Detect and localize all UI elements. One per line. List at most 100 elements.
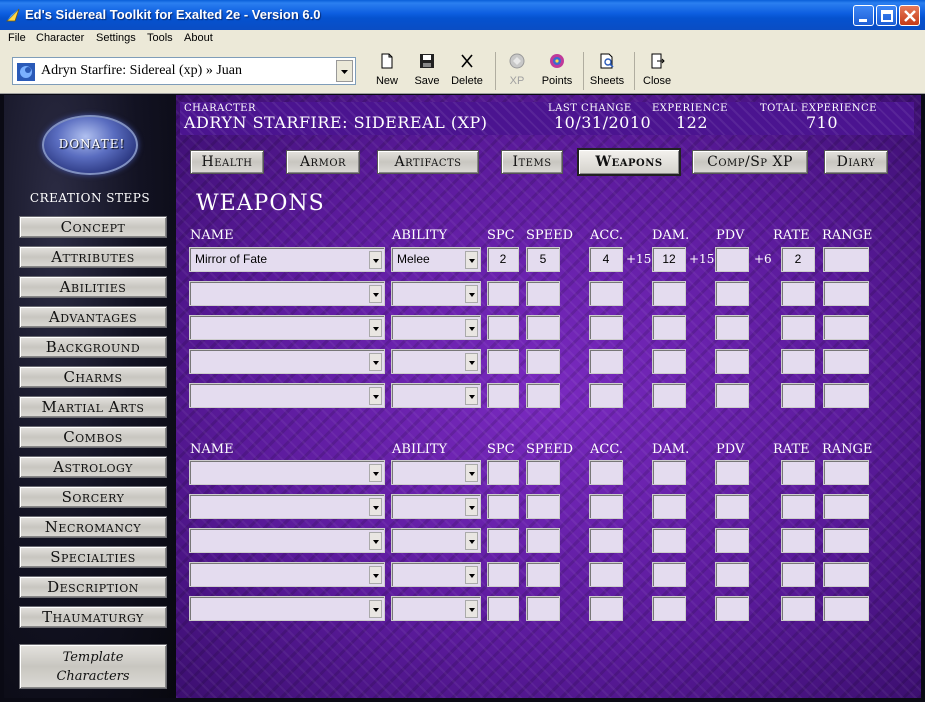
weapon-rate-field[interactable] bbox=[781, 460, 815, 485]
step-specialties[interactable]: Specialties bbox=[19, 546, 167, 568]
donate-button[interactable]: DONATE! bbox=[42, 115, 138, 175]
chevron-down-icon[interactable] bbox=[369, 600, 382, 618]
chevron-down-icon[interactable] bbox=[465, 600, 478, 618]
weapon-speed-field[interactable] bbox=[526, 315, 560, 340]
step-martial-arts[interactable]: Martial Arts bbox=[19, 396, 167, 418]
chevron-down-icon[interactable] bbox=[465, 251, 478, 269]
tab-armor[interactable]: Armor bbox=[286, 150, 360, 174]
chevron-down-icon[interactable] bbox=[369, 319, 382, 337]
step-concept[interactable]: Concept bbox=[19, 216, 167, 238]
chevron-down-icon[interactable] bbox=[465, 464, 478, 482]
weapon-range-field[interactable] bbox=[823, 460, 869, 485]
weapon-acc-field[interactable] bbox=[589, 315, 623, 340]
weapon-dam-field[interactable] bbox=[652, 528, 686, 553]
weapon-rate-field[interactable]: 2 bbox=[781, 247, 815, 272]
weapon-range-field[interactable] bbox=[823, 383, 869, 408]
weapon-range-field[interactable] bbox=[823, 281, 869, 306]
weapon-rate-field[interactable] bbox=[781, 349, 815, 374]
weapon-speed-field[interactable] bbox=[526, 562, 560, 587]
weapon-acc-field[interactable] bbox=[589, 383, 623, 408]
weapon-range-field[interactable] bbox=[823, 315, 869, 340]
weapon-range-field[interactable] bbox=[823, 494, 869, 519]
weapon-range-field[interactable] bbox=[823, 596, 869, 621]
weapon-ability-select[interactable]: Melee bbox=[391, 247, 481, 272]
points-button[interactable]: Points bbox=[539, 52, 575, 92]
weapon-acc-field[interactable] bbox=[589, 562, 623, 587]
weapon-acc-field[interactable] bbox=[589, 494, 623, 519]
menu-character[interactable]: Character bbox=[36, 32, 84, 44]
weapon-name-select[interactable] bbox=[189, 460, 385, 485]
chevron-down-icon[interactable] bbox=[369, 387, 382, 405]
weapon-pdv-field[interactable] bbox=[715, 349, 749, 374]
weapon-rate-field[interactable] bbox=[781, 383, 815, 408]
weapon-dam-field[interactable] bbox=[652, 281, 686, 306]
weapon-ability-select[interactable] bbox=[391, 315, 481, 340]
weapon-ability-select[interactable] bbox=[391, 596, 481, 621]
step-description[interactable]: Description bbox=[19, 576, 167, 598]
weapon-pdv-field[interactable] bbox=[715, 562, 749, 587]
tab-items[interactable]: Items bbox=[501, 150, 563, 174]
weapon-spc-field[interactable] bbox=[487, 528, 519, 553]
template-characters-button[interactable]: Template Characters bbox=[19, 644, 167, 689]
weapon-ability-select[interactable] bbox=[391, 349, 481, 374]
weapon-pdv-field[interactable] bbox=[715, 315, 749, 340]
character-select[interactable]: Adryn Starfire: Sidereal (xp) » Juan bbox=[12, 57, 356, 85]
weapon-speed-field[interactable] bbox=[526, 460, 560, 485]
tab-health[interactable]: Health bbox=[190, 150, 264, 174]
weapon-rate-field[interactable] bbox=[781, 562, 815, 587]
menu-file[interactable]: File bbox=[8, 32, 26, 44]
weapon-ability-select[interactable] bbox=[391, 528, 481, 553]
minimize-button[interactable] bbox=[853, 5, 874, 26]
save-button[interactable]: Save bbox=[413, 52, 441, 92]
weapon-rate-field[interactable] bbox=[781, 281, 815, 306]
weapon-ability-select[interactable] bbox=[391, 281, 481, 306]
chevron-down-icon[interactable] bbox=[369, 251, 382, 269]
weapon-dam-field[interactable] bbox=[652, 315, 686, 340]
step-necromancy[interactable]: Necromancy bbox=[19, 516, 167, 538]
weapon-dam-field[interactable] bbox=[652, 596, 686, 621]
chevron-down-icon[interactable] bbox=[369, 498, 382, 516]
weapon-dam-field[interactable] bbox=[652, 562, 686, 587]
step-background[interactable]: Background bbox=[19, 336, 167, 358]
weapon-ability-select[interactable] bbox=[391, 494, 481, 519]
weapon-ability-select[interactable] bbox=[391, 383, 481, 408]
weapon-speed-field[interactable] bbox=[526, 494, 560, 519]
weapon-name-select[interactable] bbox=[189, 494, 385, 519]
weapon-acc-field[interactable]: 4 bbox=[589, 247, 623, 272]
weapon-pdv-field[interactable] bbox=[715, 383, 749, 408]
weapon-range-field[interactable] bbox=[823, 247, 869, 272]
weapon-spc-field[interactable] bbox=[487, 349, 519, 374]
weapon-spc-field[interactable] bbox=[487, 596, 519, 621]
menu-settings[interactable]: Settings bbox=[96, 32, 136, 44]
weapon-spc-field[interactable]: 2 bbox=[487, 247, 519, 272]
weapon-acc-field[interactable] bbox=[589, 460, 623, 485]
step-sorcery[interactable]: Sorcery bbox=[19, 486, 167, 508]
weapon-dam-field[interactable] bbox=[652, 349, 686, 374]
weapon-ability-select[interactable] bbox=[391, 460, 481, 485]
chevron-down-icon[interactable] bbox=[465, 353, 478, 371]
weapon-dam-field[interactable]: 12 bbox=[652, 247, 686, 272]
weapon-pdv-field[interactable] bbox=[715, 247, 749, 272]
step-advantages[interactable]: Advantages bbox=[19, 306, 167, 328]
step-attributes[interactable]: Attributes bbox=[19, 246, 167, 268]
weapon-name-select[interactable] bbox=[189, 349, 385, 374]
weapon-pdv-field[interactable] bbox=[715, 596, 749, 621]
chevron-down-icon[interactable] bbox=[369, 532, 382, 550]
weapon-speed-field[interactable]: 5 bbox=[526, 247, 560, 272]
chevron-down-icon[interactable] bbox=[465, 498, 478, 516]
sheets-button[interactable]: Sheets bbox=[589, 52, 625, 92]
menu-about[interactable]: About bbox=[184, 32, 213, 44]
weapon-rate-field[interactable] bbox=[781, 596, 815, 621]
weapon-dam-field[interactable] bbox=[652, 460, 686, 485]
step-abilities[interactable]: Abilities bbox=[19, 276, 167, 298]
weapon-rate-field[interactable] bbox=[781, 528, 815, 553]
weapon-dam-field[interactable] bbox=[652, 383, 686, 408]
weapon-acc-field[interactable] bbox=[589, 528, 623, 553]
weapon-spc-field[interactable] bbox=[487, 281, 519, 306]
weapon-rate-field[interactable] bbox=[781, 494, 815, 519]
weapon-spc-field[interactable] bbox=[487, 460, 519, 485]
weapon-acc-field[interactable] bbox=[589, 349, 623, 374]
weapon-range-field[interactable] bbox=[823, 528, 869, 553]
chevron-down-icon[interactable] bbox=[369, 353, 382, 371]
chevron-down-icon[interactable] bbox=[465, 387, 478, 405]
